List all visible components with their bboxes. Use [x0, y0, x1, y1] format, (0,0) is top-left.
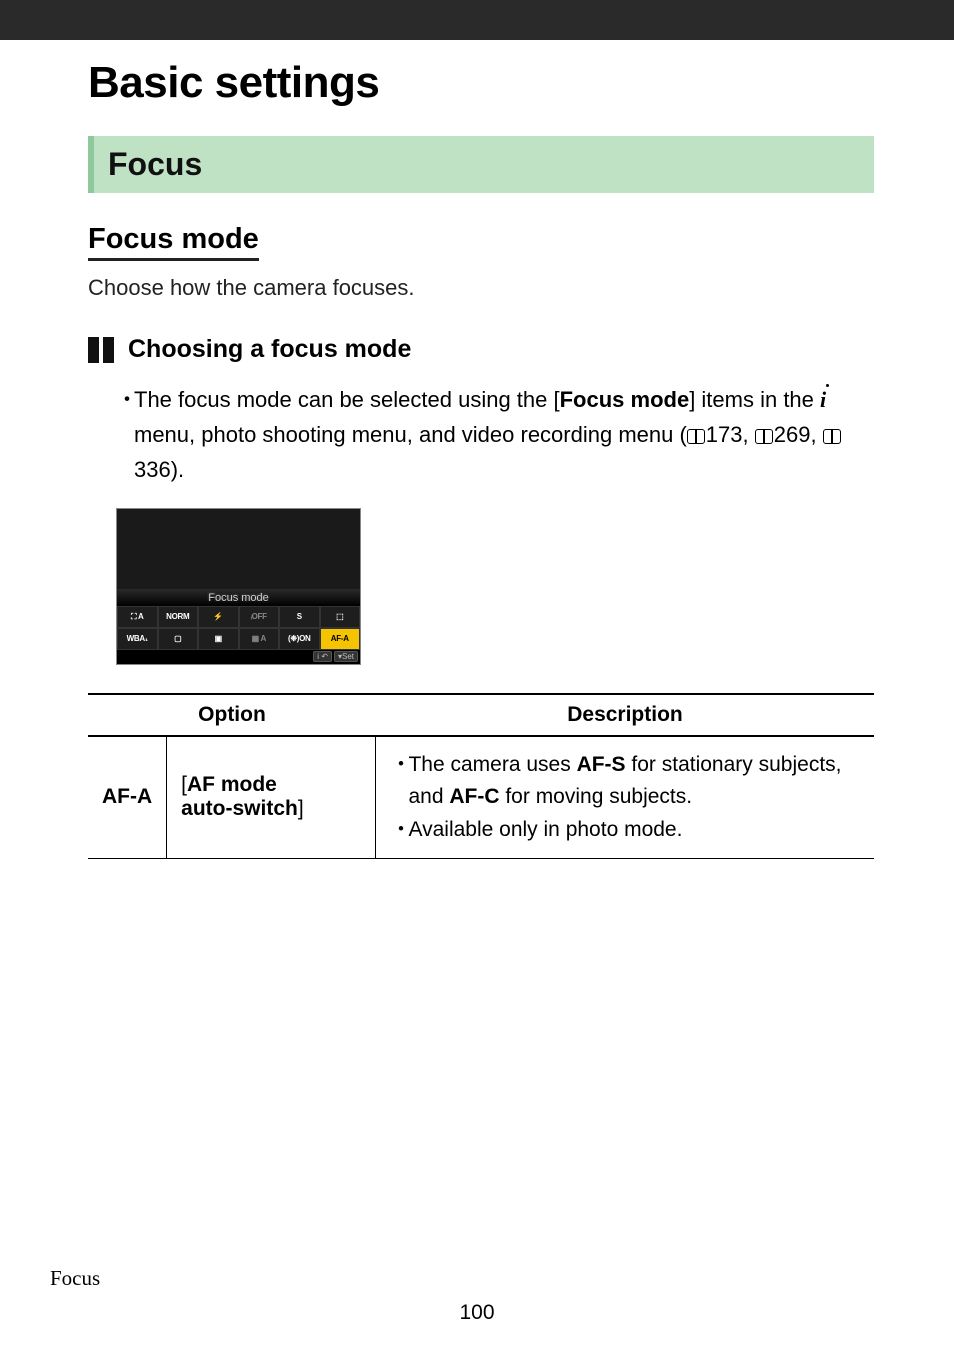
table-header-option: Option — [88, 694, 376, 736]
lcd-preview-area — [117, 509, 360, 589]
desc-afc: AF‑C — [449, 785, 499, 808]
bullet-focus-mode-label: Focus mode — [560, 387, 690, 412]
page-ref-icon — [687, 429, 705, 443]
option-code: AF-A — [88, 736, 167, 859]
lcd-cell: ⬚ — [320, 606, 361, 628]
desc-item: ・ The camera uses AF‑S for stationary su… — [390, 749, 860, 814]
page-content: Basic settings Focus Focus mode Choose h… — [0, 40, 954, 859]
section-banner-label: Focus — [108, 146, 858, 183]
section-banner: Focus — [88, 136, 874, 193]
bullet-mid2: menu, photo shooting menu, and video rec… — [134, 422, 687, 447]
lcd-cell: (❉)ON — [279, 628, 320, 650]
lcd-cell: S — [279, 606, 320, 628]
name-bold: AF mode auto‑switch — [181, 773, 298, 820]
page-title: Basic settings — [88, 58, 874, 108]
choosing-heading-row: Choosing a focus mode — [88, 335, 874, 364]
desc-afs: AF‑S — [577, 753, 626, 776]
name-post: ] — [298, 797, 304, 820]
choosing-bullet: ・ The focus mode can be selected using t… — [88, 382, 874, 488]
sep2: , — [810, 422, 822, 447]
lcd-cell: ▢ — [158, 628, 199, 650]
option-description: ・ The camera uses AF‑S for stationary su… — [376, 736, 874, 859]
bullet-dot-icon: ・ — [116, 382, 134, 488]
page-ref-3[interactable]: 336 — [134, 457, 171, 482]
sep1: , — [743, 422, 755, 447]
bullet-dot-icon: ・ — [390, 749, 408, 814]
bullet-mid1: ] items in the — [689, 387, 820, 412]
page-number: 100 — [0, 1301, 954, 1325]
page-ref-icon — [755, 429, 773, 443]
choosing-heading: Choosing a focus mode — [128, 335, 411, 364]
footer-section-label: Focus — [50, 1266, 100, 1291]
lcd-cell: NORM — [158, 606, 199, 628]
lcd-cell-selected: AF-A — [320, 628, 361, 650]
desc-item: ・ Available only in photo mode. — [390, 814, 860, 847]
top-bar — [0, 0, 954, 40]
lcd-cell: WBA₁ — [117, 628, 158, 650]
lcd-footer: i ↶ ▾Set — [117, 650, 360, 664]
option-name: [AF mode auto‑switch] — [167, 736, 376, 859]
subsection-heading: Focus mode — [88, 223, 259, 261]
bullet-text: The focus mode can be selected using the… — [134, 382, 874, 488]
table-header-description: Description — [376, 694, 874, 736]
lcd-back-chip: i ↶ — [313, 651, 332, 662]
lcd-cell: ▦ A — [239, 628, 280, 650]
table-row: AF-A [AF mode auto‑switch] ・ The camera … — [88, 736, 874, 859]
subsection-heading-wrap: Focus mode — [88, 223, 874, 261]
lcd-cell: ᵢOFF — [239, 606, 280, 628]
lcd-cell: ⛶ A — [117, 606, 158, 628]
page-ref-1[interactable]: 173 — [706, 422, 743, 447]
camera-lcd-screenshot: Focus mode ⛶ A NORM ⚡ ᵢOFF S ⬚ WBA₁ ▢ ▣ … — [116, 508, 361, 665]
page-ref-2[interactable]: 269 — [774, 422, 811, 447]
lcd-cell: ⚡ — [198, 606, 239, 628]
desc-text: Available only in photo mode. — [408, 814, 682, 847]
lcd-grid: ⛶ A NORM ⚡ ᵢOFF S ⬚ WBA₁ ▢ ▣ ▦ A (❉)ON A… — [117, 606, 360, 650]
bullet-end: ). — [171, 457, 184, 482]
lcd-set-chip: ▾Set — [334, 651, 358, 662]
desc-text: The camera uses — [408, 753, 576, 776]
double-bar-icon — [88, 337, 114, 363]
bullet-dot-icon: ・ — [390, 814, 408, 847]
i-menu-icon: i — [820, 387, 826, 412]
bullet-pre: The focus mode can be selected using the… — [134, 387, 560, 412]
focus-mode-options-table: Option Description AF-A [AF mode auto‑sw… — [88, 693, 874, 860]
lcd-title: Focus mode — [117, 589, 360, 606]
desc-text: for moving subjects. — [500, 785, 693, 808]
lcd-cell: ▣ — [198, 628, 239, 650]
page-ref-icon — [823, 429, 841, 443]
subsection-intro: Choose how the camera focuses. — [88, 275, 874, 301]
